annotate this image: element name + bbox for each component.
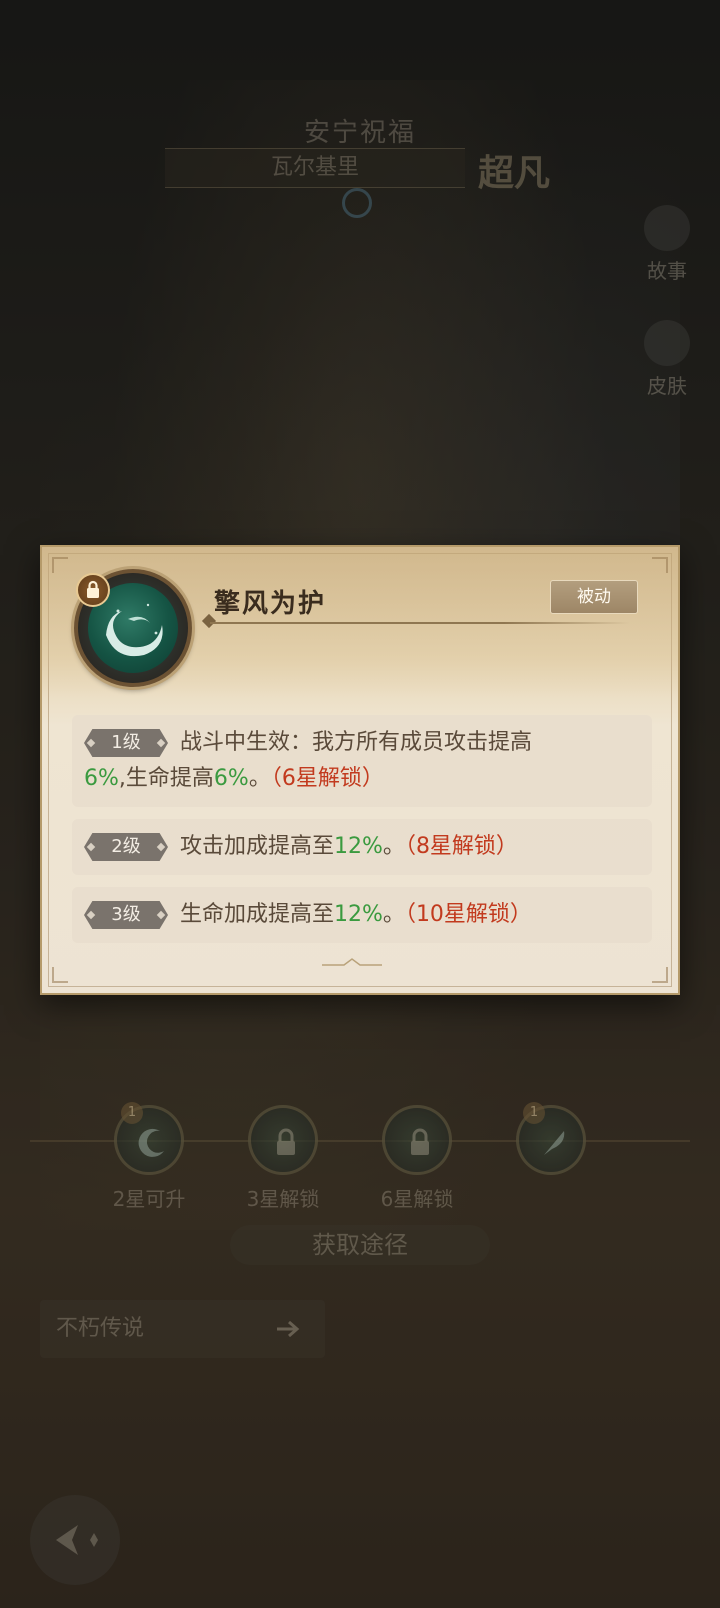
- level-desc: 。: [382, 834, 405, 859]
- level-value: 12%: [334, 902, 383, 927]
- skin-button[interactable]: 皮肤: [632, 320, 702, 399]
- slot-label: 2星可升: [112, 1187, 186, 1211]
- skin-label: 皮肤: [647, 374, 687, 398]
- source-item-label: 不朽传说: [56, 1316, 145, 1341]
- faction-emblem-icon: [342, 188, 372, 218]
- skill-slot-4[interactable]: 1: [506, 1102, 596, 1175]
- skill-level-list: 1级 战斗中生效：我方所有成员攻击提高 6%,生命提高6%。（6星解锁） 2级 攻击加…: [72, 715, 652, 955]
- skill-name: 擎风为护: [214, 589, 327, 619]
- lock-icon: [411, 1128, 429, 1155]
- unlock-requirement: （8星解锁）: [404, 834, 518, 859]
- unlock-requirement: （6星解锁）: [270, 766, 384, 791]
- level-badge: 1级: [84, 729, 168, 757]
- skill-level-row: 1级 战斗中生效：我方所有成员攻击提高 6%,生命提高6%。（6星解锁）: [72, 715, 652, 807]
- level-badge: 2级: [84, 833, 168, 861]
- slot-count-badge: 1: [121, 1102, 143, 1124]
- acquire-source-title: 获取途径: [230, 1225, 490, 1265]
- skin-icon: [644, 320, 690, 366]
- go-arrow-icon: [277, 1320, 300, 1338]
- source-item[interactable]: 不朽传说: [40, 1300, 325, 1358]
- story-button[interactable]: 故事: [632, 205, 702, 284]
- slot-label: 3星解锁: [246, 1187, 320, 1211]
- level-desc: 生命加成提高至: [180, 902, 335, 927]
- level-value: 12%: [334, 834, 383, 859]
- card-ornament-icon: [322, 958, 382, 966]
- skill-level-row: 3级 生命加成提高至12%。（10星解锁）: [72, 887, 652, 943]
- moon-swirl-icon: [138, 1128, 164, 1157]
- slot-label: 6星解锁: [380, 1187, 454, 1211]
- level-desc: 攻击加成提高至: [180, 834, 335, 859]
- skill-slot-3[interactable]: 6星解锁: [372, 1105, 462, 1212]
- hero-title: 安宁祝福: [303, 118, 416, 148]
- skill-slot-1[interactable]: 1 2星可升: [104, 1102, 194, 1212]
- level-badge: 3级: [84, 901, 168, 929]
- level-value: 6%: [84, 766, 119, 791]
- level-desc: 。: [248, 766, 271, 791]
- slot-count-badge: 1: [523, 1102, 545, 1124]
- level-desc: ,生命提高: [118, 766, 214, 791]
- skill-slot-2[interactable]: 3星解锁: [238, 1105, 328, 1212]
- title-divider: [210, 622, 630, 624]
- feather-icon: [544, 1131, 565, 1155]
- lock-icon: [277, 1128, 295, 1155]
- skill-detail-card: 擎风为护 被动 1级 战斗中生效：我方所有成员攻击提高 6%,生命提高6%。（6星解…: [40, 545, 680, 995]
- rarity-label: 超凡: [478, 152, 551, 194]
- level-desc: 。: [382, 902, 405, 927]
- back-button[interactable]: [30, 1495, 120, 1585]
- story-label: 故事: [647, 259, 687, 283]
- skill-level-row: 2级 攻击加成提高至12%。（8星解锁）: [72, 819, 652, 875]
- level-value: 6%: [213, 766, 249, 791]
- skill-type-tag: 被动: [550, 580, 638, 614]
- level-desc: 战斗中生效：我方所有成员攻击提高: [180, 730, 533, 755]
- lock-icon: [76, 573, 110, 607]
- book-icon: [644, 205, 690, 251]
- back-arrow-icon: [56, 1525, 98, 1555]
- unlock-requirement: （10星解锁）: [404, 902, 532, 927]
- hero-name: 瓦尔基里: [165, 148, 465, 188]
